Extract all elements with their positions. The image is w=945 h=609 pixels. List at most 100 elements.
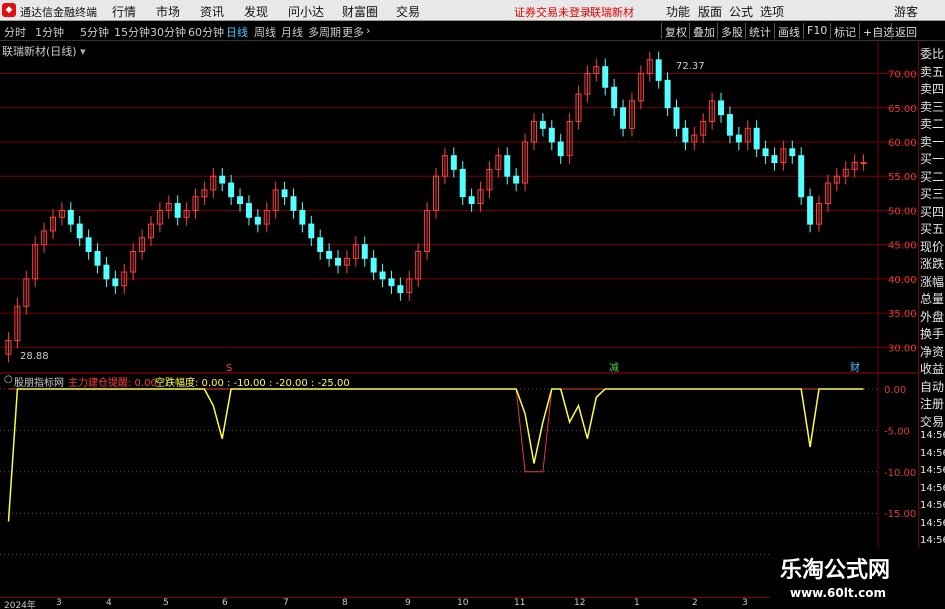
period-30min[interactable]: 30分钟	[150, 24, 186, 40]
menu-xuanxiang[interactable]: 选项	[760, 3, 784, 20]
quote-panel-item[interactable]: 注册	[920, 395, 944, 412]
quote-panel-item[interactable]: 净资	[920, 343, 944, 360]
marker-cai[interactable]: 财	[850, 361, 860, 374]
quote-panel-item[interactable]: 委比	[920, 45, 944, 62]
date-label: 6	[222, 598, 228, 608]
candle-body	[602, 66, 609, 88]
chevron-right-icon[interactable]: ›	[366, 24, 370, 37]
indicator-tick-label: -15.00	[884, 509, 916, 520]
price-tick-label: 70.00	[888, 70, 917, 81]
btn-fuquan[interactable]: 复权	[661, 23, 690, 39]
quote-panel-item[interactable]: 14:56	[920, 483, 945, 494]
indicator-toggle-icon[interactable]: ○	[4, 374, 13, 385]
btn-biaoji[interactable]: 标记	[830, 23, 859, 39]
quote-panel-item[interactable]: 14:56	[920, 430, 945, 441]
candle-body	[450, 155, 457, 170]
candle-body	[112, 278, 119, 287]
quote-panel-item[interactable]: 涨跌	[920, 255, 944, 272]
chart-title: 联瑞新材(日线) ▾	[2, 43, 86, 59]
candle-body	[726, 114, 733, 136]
quote-panel: 委比 卖五 卖四 卖三 卖二 卖一 买一 买二 买三 买四 买五 现价 涨跌 涨幅 总量 外盘 换手 净资 收益 自动…	[918, 41, 945, 609]
candle-body	[228, 182, 235, 198]
indicator-line2: 空跌幅度: 0.00 : -10.00 : -20.00 : -25.00	[155, 378, 350, 389]
marker-jian[interactable]: 减	[609, 362, 619, 374]
quote-panel-item[interactable]: 外盘	[920, 308, 944, 325]
date-label: 2024年	[4, 601, 36, 609]
candle-body	[468, 196, 475, 205]
btn-duogu[interactable]: 多股	[717, 23, 746, 39]
candle-body	[718, 100, 725, 116]
menu-caifuquan[interactable]: 财富圈	[342, 3, 378, 20]
indicator-name[interactable]: 股朋指标网	[14, 374, 64, 389]
candle-body	[611, 86, 618, 109]
kline-chart[interactable]: 70.0065.0060.0055.0050.0045.0040.0035.00…	[0, 41, 945, 609]
candle-body	[67, 209, 74, 225]
btn-f10[interactable]: F10	[803, 23, 830, 39]
quote-panel-item[interactable]: 换手	[920, 325, 944, 342]
period-daily[interactable]: 日线	[226, 24, 248, 40]
menu-shichang[interactable]: 市场	[156, 3, 180, 20]
period-15min[interactable]: 15分钟	[114, 24, 150, 40]
login-status[interactable]: 证券交易未登录	[514, 4, 591, 20]
period-fenshi[interactable]: 分时	[4, 24, 26, 40]
candle-body	[762, 148, 769, 157]
period-1min[interactable]: 1分钟	[35, 24, 64, 40]
period-weekly[interactable]: 周线	[254, 24, 276, 40]
candle-body	[673, 107, 680, 129]
quote-panel-item[interactable]: 卖三	[920, 98, 944, 115]
quote-panel-item[interactable]: 买一	[920, 150, 944, 167]
menu-banmian[interactable]: 版面	[698, 3, 722, 20]
menu-zixun[interactable]: 资讯	[200, 3, 224, 20]
quote-panel-item[interactable]: 14:56	[920, 448, 945, 459]
quote-panel-item[interactable]: 收益	[920, 360, 944, 377]
quote-panel-item[interactable]: 14:56	[920, 500, 945, 511]
quote-panel-item[interactable]: 卖四	[920, 80, 944, 97]
quote-panel-item[interactable]: 卖一	[920, 133, 944, 150]
candle-body	[361, 244, 368, 259]
candle-body	[548, 127, 555, 143]
btn-diejia[interactable]: 叠加	[689, 23, 718, 39]
period-monthly[interactable]: 月线	[281, 24, 303, 40]
period-5min[interactable]: 5分钟	[80, 24, 109, 40]
quote-panel-item[interactable]: 买五	[920, 220, 944, 237]
quote-panel-item[interactable]: 卖二	[920, 115, 944, 132]
quote-panel-item[interactable]: 14:56	[920, 465, 945, 476]
quote-panel-item[interactable]: 买三	[920, 185, 944, 202]
menu-gongshi[interactable]: 公式	[729, 3, 753, 20]
quote-panel-item[interactable]: 自动	[920, 378, 944, 395]
candle-body	[397, 285, 404, 294]
menu-jiaoyi[interactable]: 交易	[396, 3, 420, 20]
btn-tongji[interactable]: 统计	[745, 23, 774, 39]
watermark-title: 乐淘公式网	[780, 558, 891, 583]
quote-panel-item[interactable]: 14:56	[920, 535, 945, 546]
price-tick-label: 30.00	[888, 343, 917, 354]
quote-panel-item[interactable]: 交易	[920, 413, 944, 430]
menu-bar: ◆ 通达信金融终端 行情 市场 资讯 发现 问小达 财富圈 交易 证券交易未登录…	[0, 0, 945, 21]
btn-fanhui[interactable]: 返回	[891, 23, 920, 39]
candle-body	[771, 155, 778, 164]
guest-label[interactable]: 游客	[894, 3, 918, 20]
marker-s[interactable]: S	[226, 363, 232, 374]
menu-faxian[interactable]: 发现	[244, 3, 268, 20]
price-tick-label: 65.00	[888, 104, 917, 115]
quote-panel-item[interactable]: 14:56	[920, 518, 945, 529]
price-tick-label: 40.00	[888, 275, 917, 286]
menu-gongneng[interactable]: 功能	[666, 3, 690, 20]
chevron-down-icon[interactable]: ▾	[80, 45, 86, 58]
date-label: 1	[634, 598, 640, 608]
indicator-line1: 主力建仓提醒: 0.00	[68, 378, 157, 389]
btn-huaxian[interactable]: 画线	[774, 23, 803, 39]
quote-panel-item[interactable]: 买二	[920, 168, 944, 185]
quote-panel-item[interactable]: 现价	[920, 238, 944, 255]
period-more[interactable]: 更多	[342, 24, 364, 40]
indicator-tick-label: -5.00	[884, 426, 910, 437]
period-60min[interactable]: 60分钟	[188, 24, 224, 40]
quote-panel-item[interactable]: 涨幅	[920, 273, 944, 290]
period-multi[interactable]: 多周期	[308, 24, 341, 40]
candle-body	[557, 141, 564, 157]
quote-panel-item[interactable]: 卖五	[920, 63, 944, 80]
quote-panel-item[interactable]: 买四	[920, 203, 944, 220]
quote-panel-item[interactable]: 总量	[920, 290, 944, 307]
menu-wenxiaoda[interactable]: 问小达	[288, 3, 324, 20]
menu-hangqing[interactable]: 行情	[112, 3, 136, 20]
